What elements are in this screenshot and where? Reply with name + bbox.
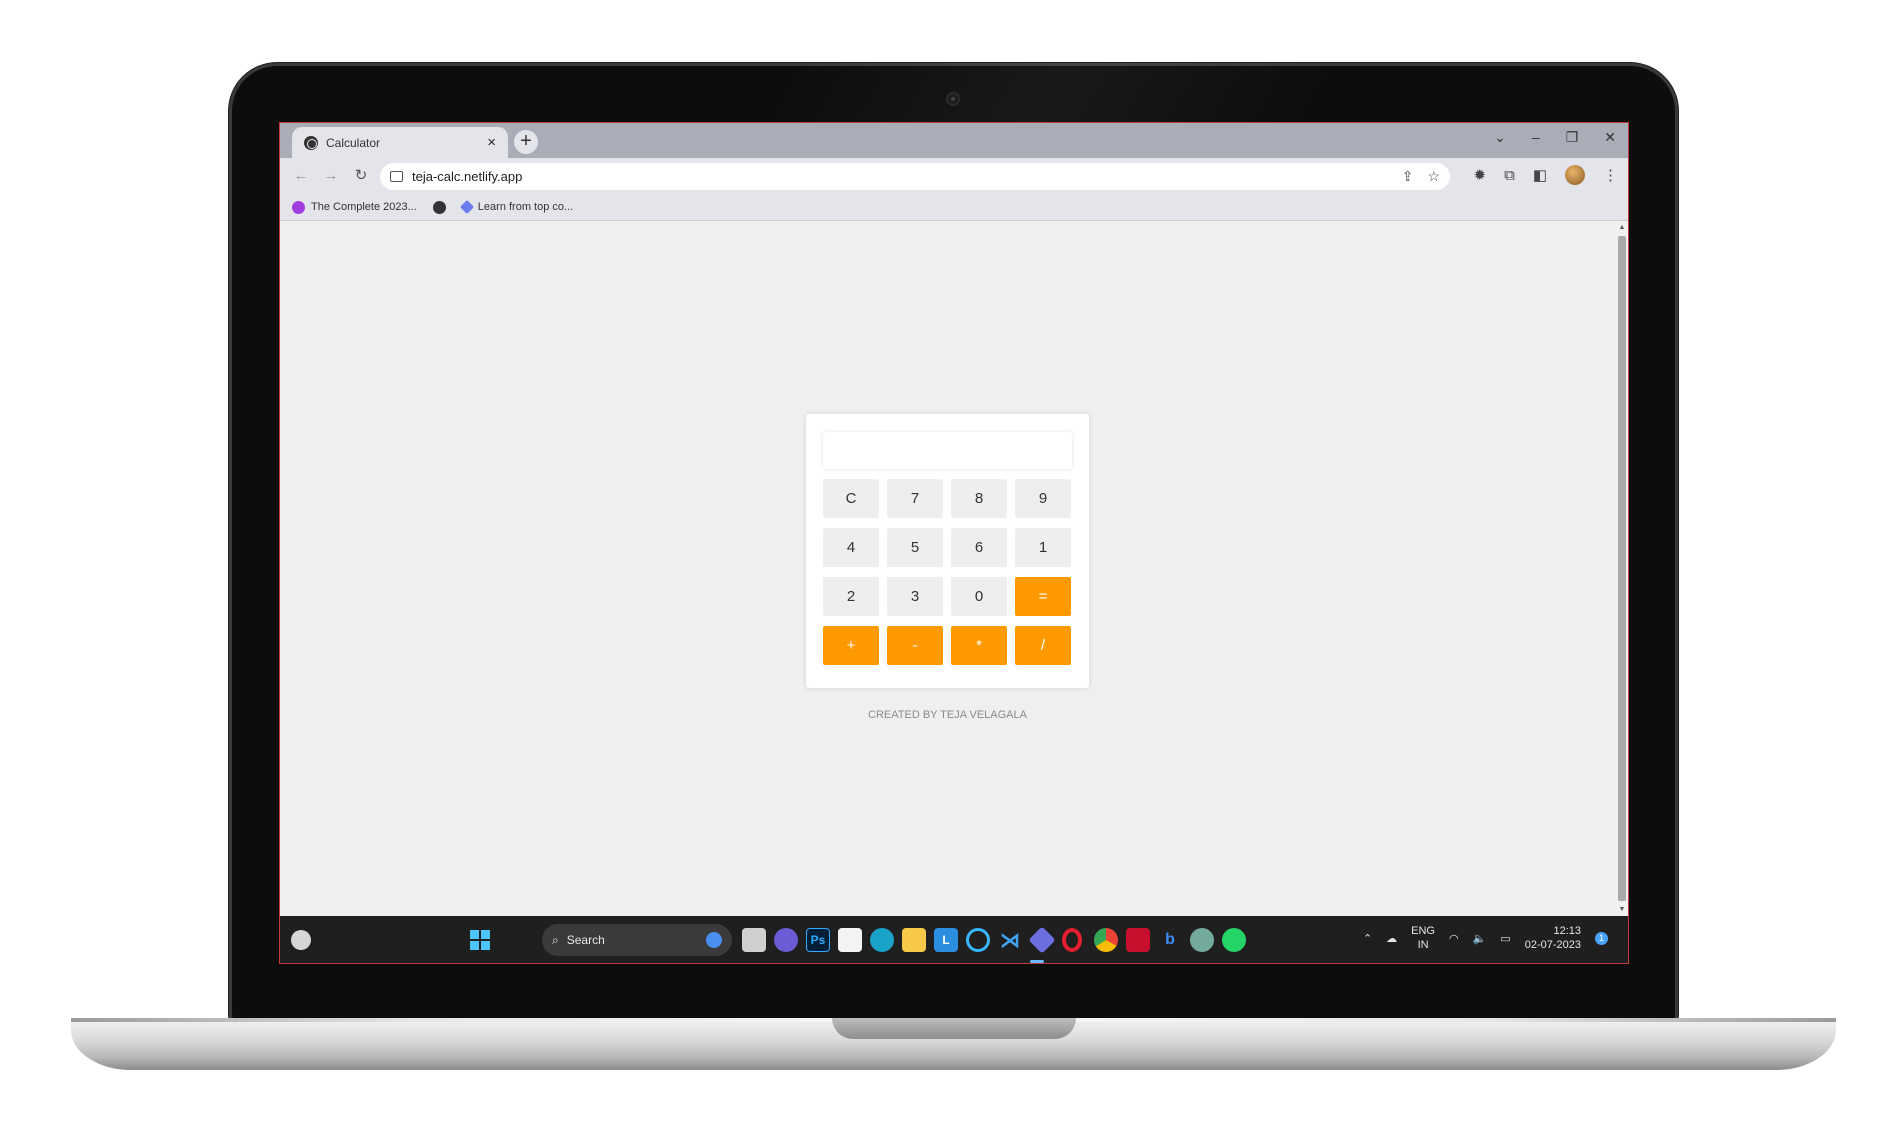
date-text: 02-07-2023: [1524, 939, 1581, 951]
bing-chat-icon[interactable]: [706, 932, 722, 948]
restore-icon[interactable]: ❐: [1566, 129, 1579, 146]
bing-icon[interactable]: b: [1158, 928, 1182, 952]
bookmark-item[interactable]: [432, 200, 446, 214]
key-2[interactable]: 2: [823, 577, 879, 616]
photoshop-icon[interactable]: Ps: [806, 928, 830, 952]
url-text: teja-calc.netlify.app: [412, 169, 523, 184]
l-app-icon[interactable]: L: [934, 928, 958, 952]
calculator: C 7 8 9 4 5 6 1 2 3 0 = + - * /: [806, 414, 1089, 688]
bookmarks-bar: The Complete 2023... Learn from top co..…: [280, 194, 1628, 221]
share-icon[interactable]: ⇪: [1402, 168, 1414, 185]
laptop-notch: [832, 1018, 1076, 1039]
scrollbar-thumb[interactable]: [1618, 236, 1626, 901]
forward-icon[interactable]: →: [320, 165, 342, 187]
bookmark-label: The Complete 2023...: [311, 201, 417, 213]
extension-bug-icon[interactable]: ✹: [1474, 166, 1487, 184]
browser-toolbar: ← → ↻ teja-calc.netlify.app ⇪ ☆ ✹ ⧉ ◧ ⋮: [280, 158, 1628, 194]
wifi-icon[interactable]: ◠: [1449, 932, 1459, 945]
close-window-icon[interactable]: ✕: [1604, 129, 1616, 146]
menu-kebab-icon[interactable]: ⋮: [1603, 166, 1618, 184]
meet-icon[interactable]: [774, 928, 798, 952]
active-app-indicator: [1030, 960, 1044, 963]
page-viewport: C 7 8 9 4 5 6 1 2 3 0 = + - * / CREATED …: [280, 221, 1618, 916]
globe-icon: [304, 135, 318, 150]
notification-badge[interactable]: 1: [1595, 931, 1608, 945]
laptop-mockup: Calculator × + ⌄ – ❐ ✕ ← → ↻ teja-calc.n…: [0, 0, 1895, 1139]
key-5[interactable]: 5: [887, 528, 943, 567]
vscode-icon[interactable]: ⋊: [998, 928, 1022, 952]
bookmark-star-icon[interactable]: ☆: [1427, 168, 1440, 185]
address-bar[interactable]: teja-calc.netlify.app ⇪ ☆: [380, 163, 1450, 190]
tab-search-icon[interactable]: ⌄: [1494, 129, 1506, 146]
calculator-keypad: C 7 8 9 4 5 6 1 2 3 0 = + - * /: [823, 479, 1072, 665]
close-tab-icon[interactable]: ×: [487, 134, 496, 151]
language-indicator[interactable]: ENG IN: [1411, 924, 1435, 952]
chatgpt-icon[interactable]: [1190, 928, 1214, 952]
scroll-up-arrow-icon[interactable]: ▲: [1618, 224, 1626, 231]
scroll-down-arrow-icon[interactable]: ▼: [1618, 906, 1626, 913]
key-0[interactable]: 0: [951, 577, 1007, 616]
credit-text: CREATED BY TEJA VELAGALA: [868, 709, 1027, 721]
key-6[interactable]: 6: [951, 528, 1007, 567]
start-icon[interactable]: [468, 928, 492, 952]
bookmark-label: Learn from top co...: [477, 201, 574, 213]
search-icon: ⌕: [552, 932, 559, 947]
tab-title: Calculator: [326, 135, 381, 150]
key-clear[interactable]: C: [823, 479, 879, 518]
key-minus[interactable]: -: [887, 626, 943, 665]
whatsapp-icon[interactable]: [1222, 928, 1246, 952]
diamond-icon: [459, 199, 474, 215]
task-view-icon[interactable]: [742, 928, 766, 952]
edge-icon[interactable]: [870, 928, 894, 952]
cortana-icon[interactable]: [966, 928, 990, 952]
powerautomate-icon[interactable]: [1028, 926, 1056, 954]
webcam: [946, 92, 960, 106]
minimize-icon[interactable]: –: [1532, 129, 1540, 146]
bookmark-item[interactable]: Learn from top co...: [459, 199, 574, 215]
profile-avatar[interactable]: [1565, 165, 1585, 185]
site-info-icon[interactable]: [390, 171, 403, 182]
side-panel-icon[interactable]: ◧: [1533, 166, 1547, 184]
time-text: 12:13: [1553, 925, 1581, 937]
system-tray: ⌃ ☁ ENG IN ◠ 🔈 ▭ 12:13 02-07-2023 1: [1363, 924, 1608, 952]
key-9[interactable]: 9: [1015, 479, 1071, 518]
taskbar: ⌕ Search Ps L ⋊ b ⌃ ☁ ENG IN ◠ 🔈 ▭ 12:13…: [280, 916, 1628, 963]
bookmark-item[interactable]: The Complete 2023...: [292, 200, 417, 214]
taskbar-search[interactable]: ⌕ Search: [542, 924, 732, 956]
volume-icon[interactable]: 🔈: [1473, 932, 1487, 945]
key-plus[interactable]: +: [823, 626, 879, 665]
extensions-puzzle-icon[interactable]: ⧉: [1504, 167, 1515, 184]
globe-icon: [432, 200, 446, 214]
clock[interactable]: 12:13 02-07-2023: [1525, 924, 1581, 952]
store-icon[interactable]: [838, 928, 862, 952]
key-3[interactable]: 3: [887, 577, 943, 616]
tab-calculator[interactable]: Calculator ×: [292, 127, 508, 158]
explorer-icon[interactable]: [902, 928, 926, 952]
opera-icon[interactable]: [1062, 928, 1082, 952]
key-7[interactable]: 7: [887, 479, 943, 518]
calculator-display[interactable]: [823, 432, 1072, 469]
chevron-up-icon[interactable]: ⌃: [1363, 932, 1372, 945]
onedrive-icon[interactable]: ☁: [1386, 932, 1397, 945]
tab-strip: Calculator × + ⌄ – ❐ ✕: [280, 123, 1628, 158]
key-multiply[interactable]: *: [951, 626, 1007, 665]
back-icon[interactable]: ←: [290, 165, 312, 187]
weather-widget-icon[interactable]: [291, 930, 311, 950]
search-placeholder: Search: [566, 933, 605, 947]
key-8[interactable]: 8: [951, 479, 1007, 518]
battery-icon[interactable]: ▭: [1500, 932, 1510, 945]
screen: Calculator × + ⌄ – ❐ ✕ ← → ↻ teja-calc.n…: [279, 122, 1629, 964]
mcafee-icon[interactable]: [1126, 928, 1150, 952]
key-equals[interactable]: =: [1015, 577, 1071, 616]
toolbar-actions: ✹ ⧉ ◧ ⋮: [1474, 165, 1618, 185]
key-4[interactable]: 4: [823, 528, 879, 567]
chrome-icon[interactable]: [1094, 928, 1118, 952]
key-1[interactable]: 1: [1015, 528, 1071, 567]
key-divide[interactable]: /: [1015, 626, 1071, 665]
new-tab-button[interactable]: +: [514, 130, 538, 154]
bookmark-favicon-icon: [292, 200, 305, 214]
window-controls: ⌄ – ❐ ✕: [1494, 129, 1616, 146]
reload-icon[interactable]: ↻: [350, 165, 372, 187]
